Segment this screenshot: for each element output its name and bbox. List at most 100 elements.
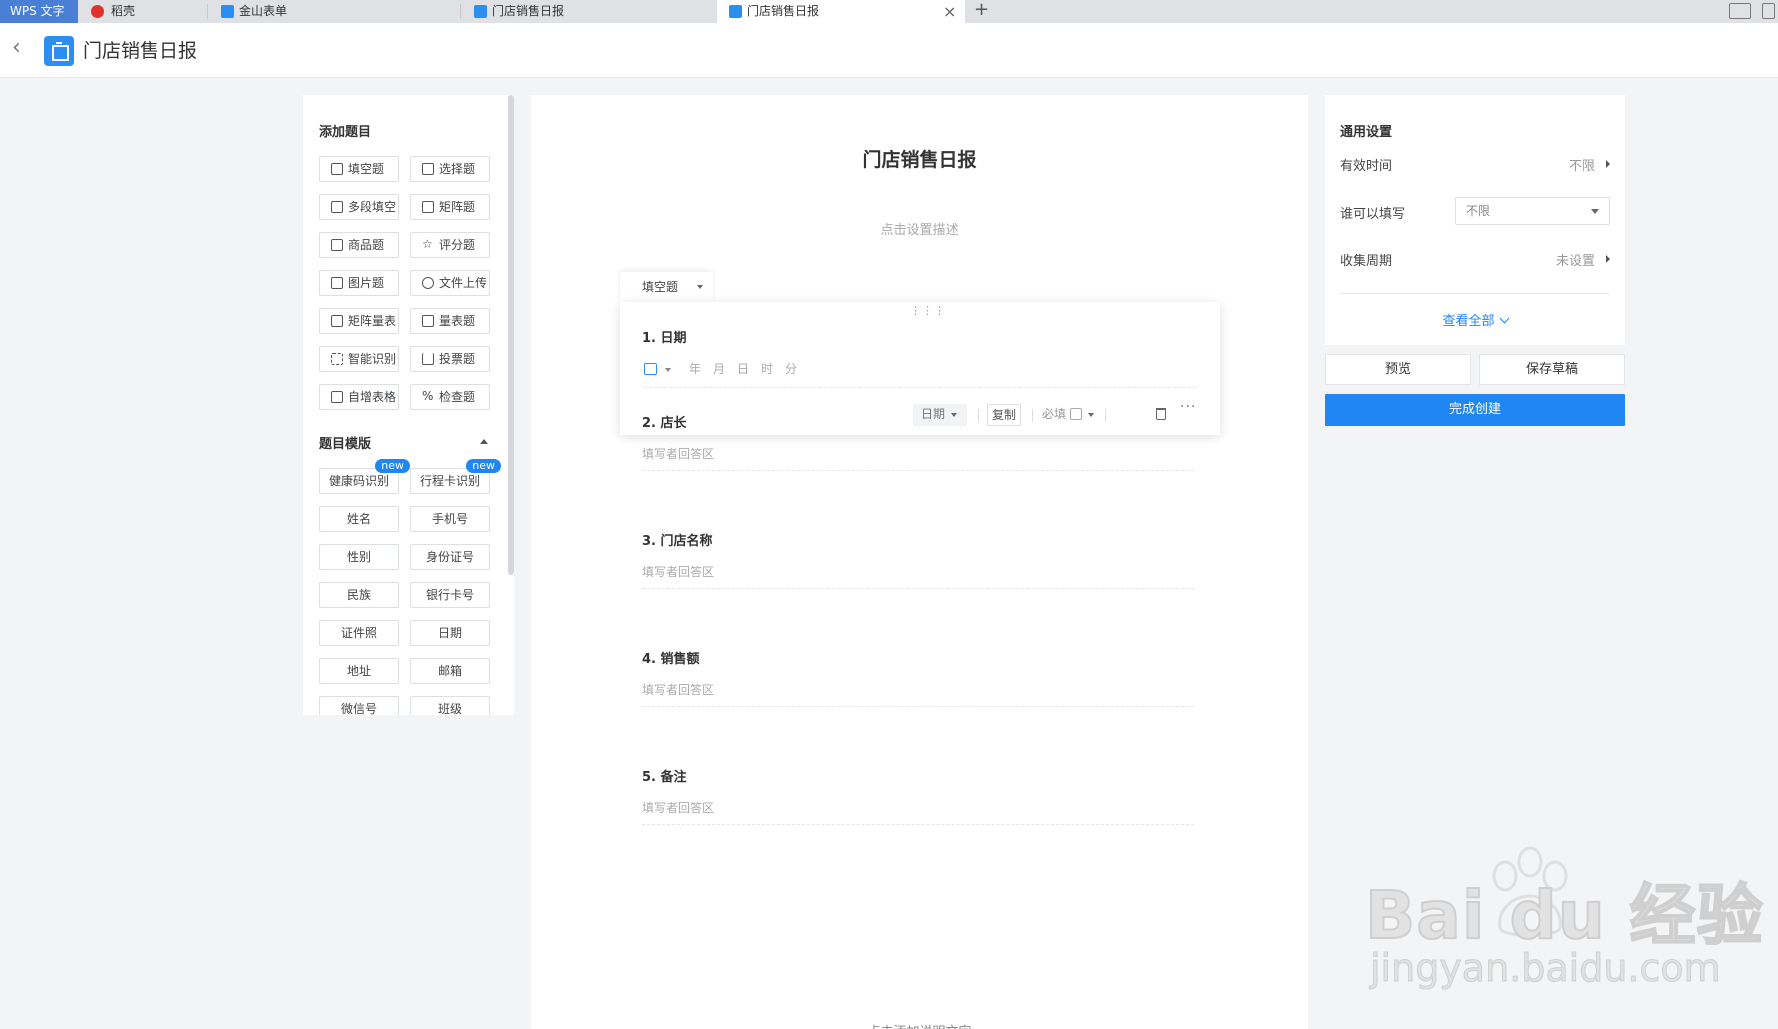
template-section-title: 题目模版 [319, 437, 372, 452]
add-matrix-button[interactable]: 矩阵题 [410, 194, 490, 220]
browser-tab-bar: WPS 文字 稻壳 金山表单 门店销售日报 门店销售日报 × + [0, 0, 1778, 23]
question-number: 5. [642, 770, 656, 785]
chip-label: 选择题 [439, 162, 476, 176]
add-scale-button[interactable]: 量表题 [410, 308, 490, 334]
chevron-right-icon[interactable] [1606, 160, 1610, 168]
answer-area[interactable]: 填写者回答区 [642, 681, 1194, 707]
collapse-caret-icon[interactable] [480, 439, 488, 444]
date-format-dropdown[interactable]: 日期 [913, 404, 967, 426]
template-bank-card[interactable]: 银行卡号 [410, 582, 490, 608]
star-icon: ☆ [422, 237, 433, 251]
chip-label: 图片题 [348, 276, 385, 290]
required-checkbox[interactable] [1070, 408, 1082, 420]
settings-title: 通用设置 [1340, 125, 1393, 140]
question-title[interactable]: 3. 门店名称 [642, 530, 713, 549]
save-draft-button[interactable]: 保存草稿 [1479, 354, 1625, 385]
template-class[interactable]: 班级 [410, 696, 490, 715]
who-can-fill-select[interactable]: 不限 [1455, 197, 1610, 225]
valid-time-label: 有效时间 [1340, 159, 1393, 174]
template-wechat[interactable]: 微信号 [319, 696, 399, 715]
close-tab-icon[interactable]: × [943, 0, 956, 23]
form-title[interactable]: 门店销售日报 [531, 145, 1308, 172]
template-trip-card[interactable]: 行程卡识别 new [410, 459, 501, 494]
add-auto-table-button[interactable]: 自增表格 [319, 384, 399, 410]
valid-time-value[interactable]: 不限 [1569, 155, 1595, 174]
question-title[interactable]: 2. 店长 [642, 412, 687, 431]
question-card-active[interactable]: ⋮⋮⋮ 1. 日期 年 月 日 时 分 日期 复制 必填 ··· [620, 302, 1220, 435]
template-ethnicity[interactable]: 民族 [319, 582, 399, 608]
tab-store-report[interactable]: 门店销售日报 [474, 0, 704, 23]
chip-label: 智能识别 [348, 352, 397, 366]
template-date[interactable]: 日期 [410, 620, 490, 646]
new-tab-button[interactable]: + [974, 0, 989, 20]
chip-label: 姓名 [346, 512, 371, 526]
chip-label: 班级 [437, 702, 462, 715]
view-all-link[interactable]: 查看全部 [1325, 310, 1625, 329]
chevron-down-icon[interactable] [1088, 413, 1094, 417]
chip-label: 民族 [346, 588, 371, 602]
add-product-button[interactable]: 商品题 [319, 232, 399, 258]
chevron-right-icon[interactable] [1606, 255, 1610, 263]
tab-store-report-active[interactable]: 门店销售日报 × [717, 0, 965, 23]
tab-label: 金山表单 [239, 4, 288, 18]
chevron-down-icon [1591, 209, 1599, 214]
template-name[interactable]: 姓名 [319, 506, 399, 532]
add-note-link[interactable]: 点击添加说明文字 [531, 1021, 1308, 1029]
add-multi-fill-button[interactable]: 多段填空 [319, 194, 399, 220]
chevron-down-icon[interactable] [665, 368, 671, 372]
grid-icon [331, 239, 343, 251]
add-fill-blank-button[interactable]: 填空题 [319, 156, 399, 182]
collect-cycle-value[interactable]: 未设置 [1556, 250, 1595, 269]
tab-wps-writer[interactable]: WPS 文字 [0, 0, 78, 23]
answer-area[interactable]: 填写者回答区 [642, 799, 1194, 825]
scrollbar[interactable] [508, 95, 514, 575]
chip-label: 量表题 [439, 314, 476, 328]
add-vote-button[interactable]: 投票题 [410, 346, 490, 372]
chip-label: 评分题 [439, 238, 476, 252]
add-smart-recognition-button[interactable]: 智能识别 [319, 346, 399, 372]
back-icon[interactable]: ‹ [12, 34, 21, 62]
drag-handle-icon[interactable]: ⋮⋮⋮ [910, 304, 946, 317]
docer-icon [91, 5, 104, 18]
layout-toggle-icon[interactable] [1729, 3, 1751, 19]
trash-icon[interactable] [1156, 408, 1166, 420]
calendar-icon[interactable] [644, 363, 657, 375]
answer-area[interactable]: 填写者回答区 [642, 563, 1194, 589]
question-type-dropdown[interactable]: 填空题 [620, 272, 713, 302]
add-file-upload-button[interactable]: 文件上传 [410, 270, 490, 296]
copy-button[interactable]: 复制 [987, 404, 1022, 426]
form-description[interactable]: 点击设置描述 [531, 219, 1308, 238]
add-rating-button[interactable]: ☆ 评分题 [410, 232, 490, 258]
scan-icon [331, 353, 343, 365]
table-icon [331, 391, 343, 403]
add-image-button[interactable]: 图片题 [319, 270, 399, 296]
answer-area[interactable]: 填写者回答区 [642, 445, 1194, 471]
question-number: 4. [642, 652, 656, 667]
template-id-photo[interactable]: 证件照 [319, 620, 399, 646]
preview-button[interactable]: 预览 [1325, 354, 1471, 385]
chip-label: 微信号 [340, 702, 377, 715]
forms-icon [221, 5, 234, 18]
question-title[interactable]: 1. 日期 [642, 327, 687, 346]
template-gender[interactable]: 性别 [319, 544, 399, 570]
template-address[interactable]: 地址 [319, 658, 399, 684]
add-choice-button[interactable]: 选择题 [410, 156, 490, 182]
chip-label: 证件照 [340, 626, 377, 640]
tab-docer[interactable]: 稻壳 [91, 0, 211, 23]
window-restore-icon[interactable] [1762, 3, 1775, 19]
template-health-code[interactable]: 健康码识别 new [319, 459, 410, 494]
template-phone[interactable]: 手机号 [410, 506, 490, 532]
date-part-year: 年 [689, 362, 702, 376]
template-email[interactable]: 邮箱 [410, 658, 490, 684]
chip-label: 银行卡号 [425, 588, 474, 602]
add-check-button[interactable]: % 检查题 [410, 384, 490, 410]
template-id-number[interactable]: 身份证号 [410, 544, 490, 570]
question-title[interactable]: 4. 销售额 [642, 648, 700, 667]
select-value: 不限 [1466, 204, 1491, 218]
add-matrix-scale-button[interactable]: 矩阵量表 [319, 308, 399, 334]
tab-kingsoft-forms[interactable]: 金山表单 [221, 0, 451, 23]
more-options-icon[interactable]: ··· [1180, 399, 1196, 415]
question-title[interactable]: 5. 备注 [642, 766, 687, 785]
forms-icon [729, 5, 742, 18]
finish-create-button[interactable]: 完成创建 [1325, 394, 1625, 426]
